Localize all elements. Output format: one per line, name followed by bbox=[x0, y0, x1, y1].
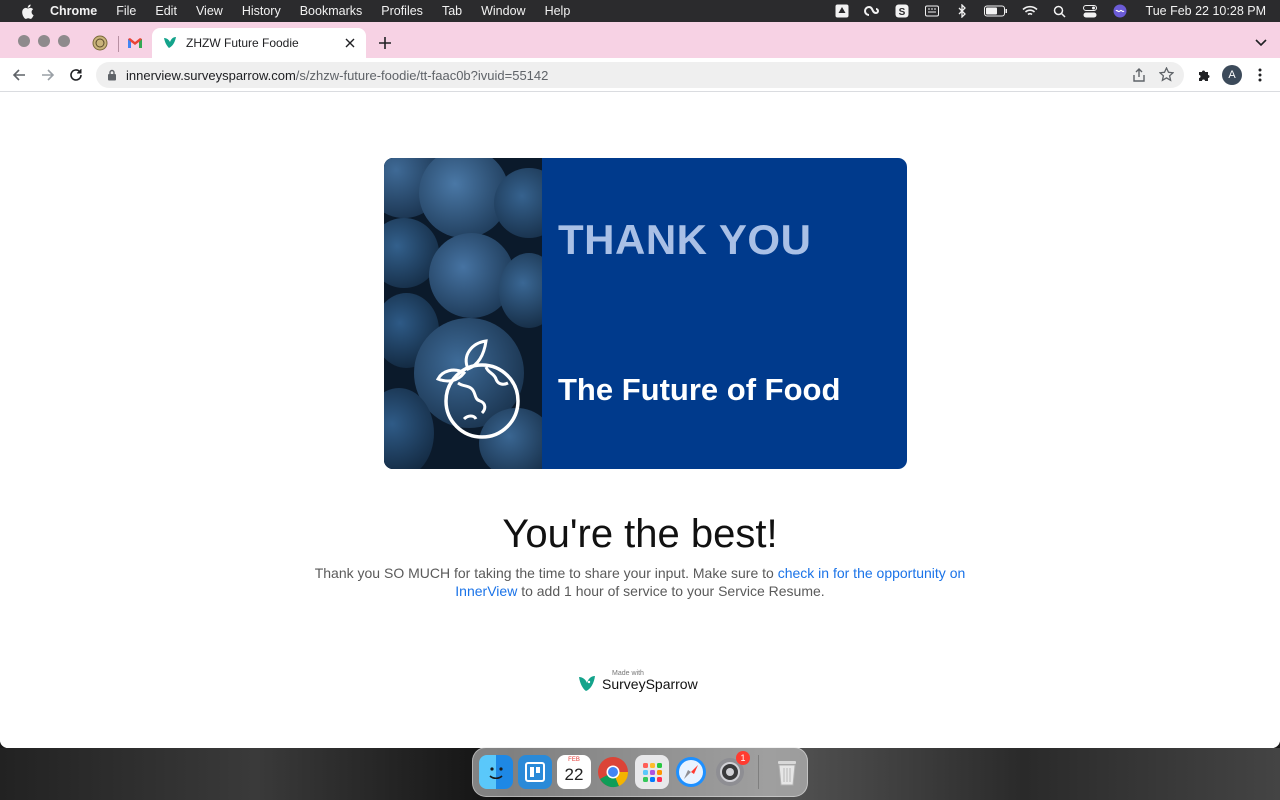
extensions-puzzle-icon[interactable] bbox=[1196, 67, 1212, 83]
thank-you-banner: THANK YOU The Future of Food bbox=[384, 158, 907, 469]
close-tab-icon[interactable] bbox=[342, 35, 358, 51]
menu-profiles[interactable]: Profiles bbox=[381, 4, 423, 18]
pinned-tab-seal-icon[interactable] bbox=[92, 35, 108, 51]
menu-bar: Chrome File Edit View History Bookmarks … bbox=[0, 0, 1280, 22]
new-tab-plus-icon[interactable] bbox=[376, 34, 394, 52]
earth-sprout-icon bbox=[435, 339, 520, 439]
keyboard-icon[interactable] bbox=[924, 4, 940, 18]
menu-file[interactable]: File bbox=[116, 4, 136, 18]
reload-icon[interactable] bbox=[68, 67, 84, 83]
share-icon[interactable] bbox=[1132, 68, 1146, 82]
notification-badge: 1 bbox=[736, 751, 750, 765]
url-text[interactable]: innerview.surveysparrow.com/s/zhzw-futur… bbox=[126, 68, 548, 83]
tab-strip: ZHZW Future Foodie bbox=[0, 22, 1280, 58]
menu-bookmarks[interactable]: Bookmarks bbox=[300, 4, 363, 18]
apple-icon[interactable] bbox=[18, 4, 36, 19]
page-title: You're the best! bbox=[502, 512, 778, 556]
blueberry-photo bbox=[384, 158, 542, 469]
dock-calendar-icon[interactable]: FEB 22 bbox=[557, 755, 591, 789]
tab-active[interactable]: ZHZW Future Foodie bbox=[152, 28, 366, 58]
zoom-window-button[interactable] bbox=[58, 35, 70, 47]
url-host: innerview.surveysparrow.com bbox=[126, 67, 296, 83]
dock-separator bbox=[758, 755, 759, 789]
spotlight-search-icon[interactable] bbox=[1052, 4, 1068, 18]
creative-cloud-icon[interactable] bbox=[863, 4, 880, 18]
browser-window: ZHZW Future Foodie innerview.surveysparr… bbox=[0, 22, 1280, 748]
surveysparrow-logo-icon bbox=[576, 673, 598, 695]
bluetooth-icon[interactable] bbox=[954, 4, 970, 18]
url-path: /s/zhzw-future-foodie/tt-faac0b?ivuid=55… bbox=[295, 67, 549, 83]
menu-edit[interactable]: Edit bbox=[155, 4, 177, 18]
s-app-icon[interactable]: S bbox=[894, 4, 910, 18]
made-with-surveysparrow-badge[interactable]: Made with SurveySparrow bbox=[576, 670, 716, 698]
dock-safari-icon[interactable] bbox=[674, 755, 708, 789]
menu-window[interactable]: Window bbox=[481, 4, 525, 18]
pinned-tab-separator bbox=[118, 36, 119, 52]
back-arrow-icon[interactable] bbox=[11, 67, 27, 83]
calendar-day: 22 bbox=[564, 765, 584, 784]
tab-search-chevron-down-icon[interactable] bbox=[1254, 36, 1268, 50]
wifi-icon[interactable] bbox=[1021, 4, 1038, 18]
menu-app-name[interactable]: Chrome bbox=[50, 4, 97, 18]
brand-name: SurveySparrow bbox=[602, 676, 698, 692]
dock-finder-icon[interactable] bbox=[479, 755, 513, 789]
menu-view[interactable]: View bbox=[196, 4, 223, 18]
banner-heading: THANK YOU bbox=[558, 216, 812, 263]
dock-trash-icon[interactable] bbox=[770, 755, 804, 789]
thank-you-message: Thank you SO MUCH for taking the time to… bbox=[300, 564, 980, 600]
menu-clock[interactable]: Tue Feb 22 10:28 PM bbox=[1146, 4, 1266, 18]
message-text-before: Thank you SO MUCH for taking the time to… bbox=[314, 565, 778, 581]
menu-history[interactable]: History bbox=[242, 4, 281, 18]
dock-system-preferences-icon[interactable]: 1 bbox=[713, 751, 750, 789]
forward-arrow-icon[interactable] bbox=[40, 67, 56, 83]
svg-text:S: S bbox=[898, 7, 905, 18]
control-center-icon[interactable] bbox=[1082, 4, 1098, 18]
pinned-tab-gmail-icon[interactable] bbox=[127, 35, 143, 51]
dock: FEB 22 1 bbox=[472, 747, 808, 797]
dock-app-window-icon[interactable] bbox=[518, 755, 552, 789]
more-menu-icon[interactable] bbox=[1254, 67, 1266, 83]
status-area: S Tue Feb 22 10:28 PM bbox=[834, 0, 1266, 22]
bookmark-star-icon[interactable] bbox=[1159, 67, 1174, 82]
close-window-button[interactable] bbox=[18, 35, 30, 47]
profile-avatar[interactable]: A bbox=[1222, 65, 1242, 85]
banner-subheading: The Future of Food bbox=[558, 372, 841, 407]
dock-launchpad-icon[interactable] bbox=[635, 755, 669, 789]
calendar-month: FEB bbox=[568, 757, 580, 763]
address-bar[interactable]: innerview.surveysparrow.com/s/zhzw-futur… bbox=[96, 62, 1184, 88]
minimize-window-button[interactable] bbox=[38, 35, 50, 47]
menu-tab[interactable]: Tab bbox=[442, 4, 462, 18]
surveysparrow-favicon-icon bbox=[162, 35, 178, 51]
lock-icon[interactable] bbox=[106, 69, 118, 81]
message-text-after: to add 1 hour of service to your Service… bbox=[517, 583, 825, 599]
battery-icon[interactable] bbox=[983, 4, 1008, 18]
menu-help[interactable]: Help bbox=[545, 4, 571, 18]
siri-icon[interactable] bbox=[1112, 4, 1128, 18]
drive-icon[interactable] bbox=[834, 4, 850, 18]
browser-toolbar: innerview.surveysparrow.com/s/zhzw-futur… bbox=[0, 58, 1280, 92]
dock-chrome-icon[interactable] bbox=[596, 755, 630, 789]
window-controls bbox=[18, 35, 70, 47]
page-content: THANK YOU The Future of Food You're the … bbox=[0, 92, 1280, 748]
tab-title: ZHZW Future Foodie bbox=[186, 36, 299, 50]
